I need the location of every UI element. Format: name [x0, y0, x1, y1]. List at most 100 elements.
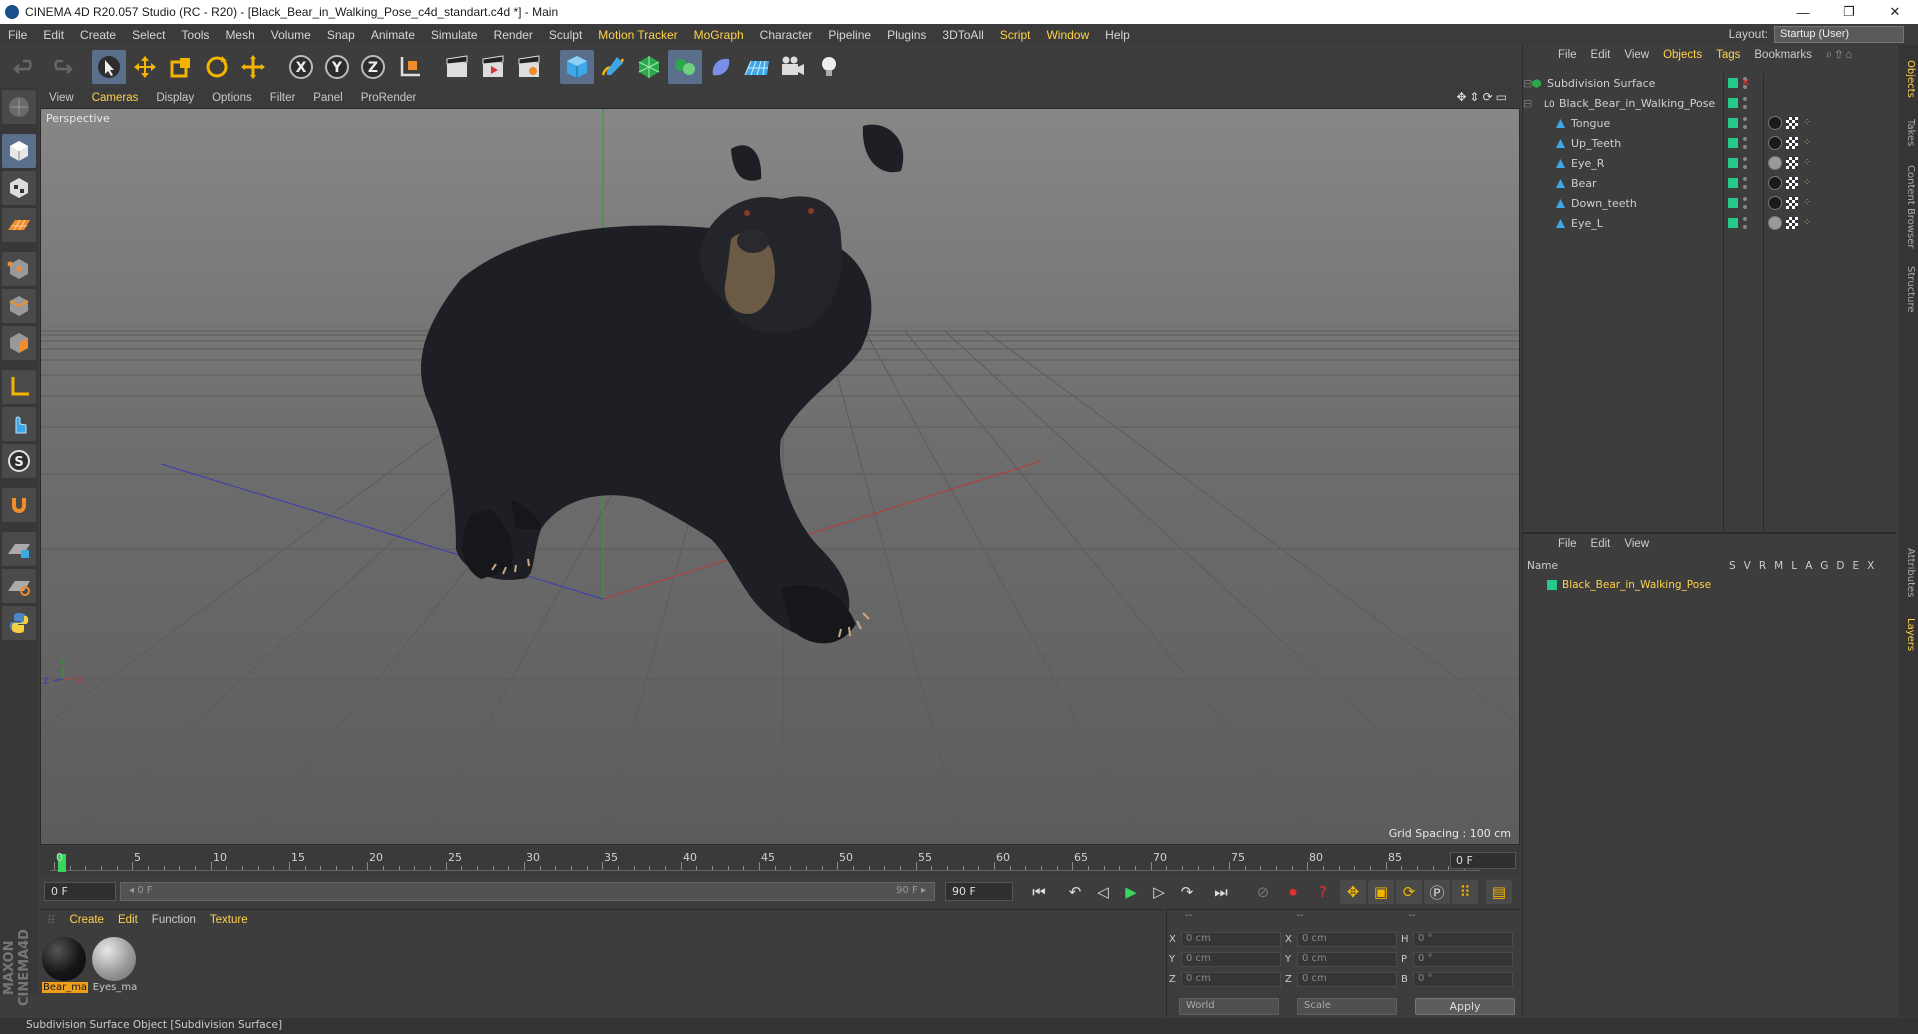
y-axis-lock-button[interactable]: Y — [320, 50, 354, 84]
end-frame-field[interactable]: 90 F — [945, 882, 1013, 901]
lock-workplane-button[interactable] — [2, 532, 36, 566]
light-button[interactable] — [812, 50, 846, 84]
material-tag-icon[interactable] — [1768, 136, 1782, 150]
editor-visibility-dot[interactable] — [1743, 197, 1747, 201]
menu-mesh[interactable]: Mesh — [217, 28, 262, 42]
menu-pipeline[interactable]: Pipeline — [820, 28, 879, 42]
editor-visibility-dot[interactable] — [1743, 97, 1747, 101]
array-generator-button[interactable] — [668, 49, 702, 84]
objects-menu-file[interactable]: File — [1551, 49, 1584, 61]
objects-menu-view[interactable]: View — [1617, 49, 1656, 61]
editor-visibility-dot[interactable] — [1743, 137, 1747, 141]
black-bear-model[interactable] — [421, 124, 904, 644]
viewport-menu-display[interactable]: Display — [147, 92, 203, 104]
perspective-viewport[interactable]: Y X Z Perspective Grid Spacing : 100 cm — [40, 108, 1520, 845]
redo-button[interactable] — [44, 50, 78, 84]
next-frame-button[interactable]: ▷ — [1146, 880, 1172, 904]
x-axis-lock-button[interactable]: X — [284, 50, 318, 84]
viewport-menu-options[interactable]: Options — [203, 92, 261, 104]
selection-tag-icon[interactable]: ⁘ — [1803, 177, 1815, 189]
object-row[interactable]: ⊟ L0 Black_Bear_in_Walking_Pose — [1523, 93, 1897, 113]
objects-menu-objects[interactable]: Objects — [1656, 49, 1709, 61]
edges-mode-button[interactable] — [2, 289, 36, 323]
uvw-tag-icon[interactable] — [1786, 217, 1798, 229]
object-name[interactable]: Up_Teeth — [1571, 137, 1621, 150]
timeline-track[interactable]: 051015202530354045505560657075808590 — [50, 851, 1480, 872]
cube-primitive-button[interactable] — [560, 49, 594, 84]
points-mode-button[interactable] — [2, 252, 36, 286]
key-scale-button[interactable]: ▣ — [1368, 880, 1394, 904]
model-mode-button[interactable] — [2, 134, 36, 168]
render-visibility-dot[interactable] — [1743, 165, 1747, 169]
apply-button[interactable]: Apply — [1415, 998, 1515, 1015]
layers-menu-file[interactable]: File — [1551, 538, 1584, 550]
key-parameter-button[interactable]: Ⓟ — [1424, 880, 1450, 904]
render-visibility-dot[interactable] — [1743, 185, 1747, 189]
coord-field-py[interactable]: 0 cm — [1181, 951, 1281, 967]
object-name[interactable]: Down_teeth — [1571, 197, 1637, 210]
object-name[interactable]: Eye_L — [1571, 217, 1603, 230]
start-frame-field[interactable]: 0 F — [44, 882, 116, 901]
menu-tools[interactable]: Tools — [173, 28, 217, 42]
menu-edit[interactable]: Edit — [35, 28, 72, 42]
editor-visibility-dot[interactable] — [1743, 157, 1747, 161]
coord-field-p[interactable]: 0 ° — [1413, 951, 1513, 967]
menu-select[interactable]: Select — [124, 28, 173, 42]
z-axis-lock-button[interactable]: Z — [356, 50, 390, 84]
key-rotation-button[interactable]: ⟳ — [1396, 880, 1422, 904]
size-mode-select[interactable]: Scale — [1297, 998, 1397, 1015]
coord-field-pz[interactable]: 0 cm — [1181, 971, 1281, 987]
menu-plugins[interactable]: Plugins — [879, 28, 934, 42]
move-tool-button[interactable] — [128, 50, 162, 84]
coord-field-sz[interactable]: 0 cm — [1297, 971, 1397, 987]
layers-menu-view[interactable]: View — [1617, 538, 1656, 550]
uvw-tag-icon[interactable] — [1786, 157, 1798, 169]
close-button[interactable]: ✕ — [1872, 0, 1918, 24]
editor-visibility-dot[interactable] — [1743, 217, 1747, 221]
objects-menu-tags[interactable]: Tags — [1709, 49, 1747, 61]
object-manager-search-icon[interactable]: ⌕ ⇧ ⌂ — [1819, 49, 1859, 62]
objects-menu-bookmarks[interactable]: Bookmarks — [1747, 49, 1819, 61]
object-name[interactable]: Eye_R — [1571, 157, 1604, 170]
material-menu-function[interactable]: Function — [145, 914, 203, 926]
menu-create[interactable]: Create — [72, 28, 124, 42]
object-row[interactable]: Up_Teeth ⁘ — [1523, 133, 1897, 153]
editor-visibility-dot[interactable] — [1743, 177, 1747, 181]
object-name[interactable]: Tongue — [1571, 117, 1610, 130]
uvw-tag-icon[interactable] — [1786, 197, 1798, 209]
object-row[interactable]: Eye_L ⁘ — [1523, 213, 1897, 233]
menu-script[interactable]: Script — [992, 28, 1039, 42]
object-name[interactable]: Black_Bear_in_Walking_Pose — [1559, 97, 1715, 110]
uvw-tag-icon[interactable] — [1786, 137, 1798, 149]
coordinate-system-button[interactable] — [392, 50, 426, 84]
material-tag-icon[interactable] — [1768, 196, 1782, 210]
coord-field-b[interactable]: 0 ° — [1413, 971, 1513, 987]
live-selection-button[interactable] — [92, 49, 126, 84]
menu-animate[interactable]: Animate — [363, 28, 423, 42]
material-eyes[interactable]: Eyes_ma — [92, 937, 138, 993]
material-tag-icon[interactable] — [1768, 156, 1782, 170]
goto-end-button[interactable]: ⏭ — [1208, 880, 1234, 904]
menu-file[interactable]: File — [0, 28, 35, 42]
coord-field-sy[interactable]: 0 cm — [1297, 951, 1397, 967]
maximize-button[interactable]: ❐ — [1826, 0, 1872, 24]
coord-field-px[interactable]: 0 cm — [1181, 931, 1281, 947]
make-editable-button[interactable] — [2, 90, 36, 124]
viewport-menu-view[interactable]: View — [40, 92, 83, 104]
side-tab-structure[interactable]: Structure — [1900, 259, 1916, 319]
bottom-scrollbar[interactable] — [1522, 1018, 1896, 1034]
objects-menu-edit[interactable]: Edit — [1584, 49, 1618, 61]
material-tag-icon[interactable] — [1768, 176, 1782, 190]
keyframe-selection-button[interactable]: ? — [1310, 880, 1336, 904]
object-row[interactable]: Down_teeth ⁘ — [1523, 193, 1897, 213]
menu-3dtoall[interactable]: 3DToAll — [934, 28, 991, 42]
play-button[interactable]: ▶ — [1118, 880, 1144, 904]
tweak-mode-button[interactable] — [2, 407, 36, 441]
viewport-menu-panel[interactable]: Panel — [304, 92, 351, 104]
side-tab-attributes[interactable]: Attributes — [1900, 540, 1916, 606]
key-pla-button[interactable]: ⠿ — [1452, 880, 1478, 904]
undo-button[interactable] — [8, 50, 42, 84]
material-bear[interactable]: Bear_ma — [42, 937, 88, 993]
floor-scene-button[interactable] — [740, 50, 774, 84]
menu-sculpt[interactable]: Sculpt — [541, 28, 590, 42]
